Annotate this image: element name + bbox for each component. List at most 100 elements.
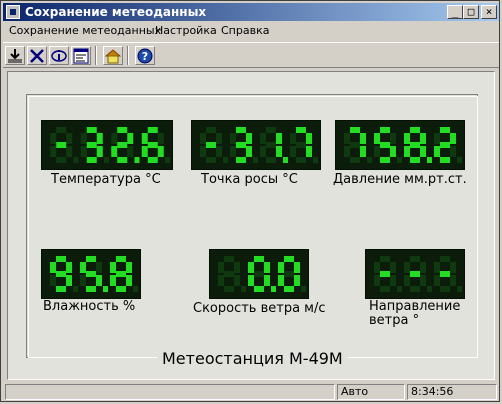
segment-g xyxy=(254,271,264,277)
segment-c xyxy=(450,146,456,157)
segment-g xyxy=(296,142,306,148)
wind-direction-label-line1: Направление xyxy=(369,299,461,314)
maximize-button[interactable]: □ xyxy=(463,5,479,19)
segment-d xyxy=(380,157,390,163)
segment-d xyxy=(236,157,246,163)
segment-c xyxy=(276,146,282,157)
toolbar-separator xyxy=(95,46,97,65)
segment-f xyxy=(434,133,440,144)
humidity-label: Влажность % xyxy=(43,299,136,314)
segment-d xyxy=(147,157,158,163)
decimal-point xyxy=(367,157,372,163)
segment-g xyxy=(86,271,96,277)
segment-g xyxy=(380,271,390,277)
home-icon xyxy=(105,49,121,64)
segment-a xyxy=(350,127,360,133)
segment-e xyxy=(278,275,284,286)
segment-b xyxy=(276,133,282,144)
segment-g xyxy=(266,142,276,148)
decimal-point xyxy=(283,157,288,163)
segment-e xyxy=(200,146,206,157)
minimize-button[interactable]: _ xyxy=(447,5,463,19)
segment-b xyxy=(420,133,426,144)
segment-b xyxy=(264,262,270,273)
decimal-point xyxy=(241,286,246,292)
help-icon: ? xyxy=(137,48,153,64)
segment-f xyxy=(374,133,380,144)
segment-f xyxy=(110,262,116,273)
segment-c xyxy=(246,146,252,157)
decimal-point xyxy=(457,286,462,292)
segment-f xyxy=(50,133,57,144)
segment-d xyxy=(116,286,126,292)
segment-b xyxy=(127,133,134,144)
home-button[interactable] xyxy=(103,46,123,65)
app-icon[interactable] xyxy=(6,5,20,19)
decimal-point xyxy=(457,157,462,163)
station-frame: Метеостанция М-49М Температура °С Точка … xyxy=(26,94,478,369)
title-bar[interactable]: Сохранение метеоданных _ □ × xyxy=(3,3,499,21)
segment-c xyxy=(66,146,73,157)
toolbar-separator xyxy=(127,46,129,65)
download-button[interactable] xyxy=(5,46,25,65)
segment-g xyxy=(350,142,360,148)
menu-bar: Сохранение метеоданных Настройка Справка xyxy=(3,22,499,40)
window-title: Сохранение метеоданных xyxy=(25,5,207,19)
segment-e xyxy=(434,275,440,286)
decimal-point xyxy=(427,157,432,163)
segment-f xyxy=(290,133,296,144)
segment-a xyxy=(440,256,450,262)
info-icon xyxy=(51,50,67,62)
decimal-point xyxy=(73,157,79,163)
segment-b xyxy=(306,133,312,144)
download-icon xyxy=(8,49,22,63)
display-panel: Метеостанция М-49М Температура °С Точка … xyxy=(7,71,495,380)
segment-a xyxy=(147,127,158,133)
decimal-point xyxy=(165,157,170,163)
decimal-point xyxy=(104,157,109,163)
temperature-label: Температура °С xyxy=(51,172,161,187)
menu-save-meteo-data[interactable]: Сохранение метеоданных xyxy=(9,24,161,38)
segment-a xyxy=(254,256,264,262)
decimal-point xyxy=(223,157,228,163)
help-button[interactable]: ? xyxy=(135,46,155,65)
segment-g xyxy=(224,271,234,277)
segment-f xyxy=(80,133,87,144)
segment-c xyxy=(420,146,426,157)
segment-d xyxy=(440,157,450,163)
segment-d xyxy=(56,157,67,163)
segment-f xyxy=(260,133,266,144)
segment-g xyxy=(236,142,246,148)
segment-b xyxy=(126,262,132,273)
segment-f xyxy=(141,133,148,144)
report-button[interactable] xyxy=(71,46,91,65)
segment-a xyxy=(440,127,450,133)
wind-direction-label-line2: ветра ° xyxy=(369,313,420,328)
segment-b xyxy=(390,262,396,273)
segment-a xyxy=(410,256,420,262)
segment-f xyxy=(344,133,350,144)
segment-d xyxy=(56,286,66,292)
close-button[interactable]: × xyxy=(481,5,497,19)
segment-e xyxy=(50,146,57,157)
delete-button[interactable] xyxy=(27,46,47,65)
segment-e xyxy=(141,146,148,157)
segment-a xyxy=(380,256,390,262)
segment-c xyxy=(420,275,426,286)
segment-a xyxy=(56,256,66,262)
segment-e xyxy=(290,146,296,157)
segment-a xyxy=(117,127,128,133)
segment-a xyxy=(296,127,306,133)
segment-c xyxy=(126,275,132,286)
segment-f xyxy=(50,262,56,273)
segment-b xyxy=(390,133,396,144)
segment-f xyxy=(80,262,86,273)
delete-icon xyxy=(30,49,44,63)
segment-d xyxy=(86,157,97,163)
segment-g xyxy=(206,142,216,148)
segment-b xyxy=(294,262,300,273)
info-button[interactable] xyxy=(49,46,69,65)
menu-settings[interactable]: Настройка xyxy=(155,24,217,38)
menu-help[interactable]: Справка xyxy=(221,24,269,38)
segment-d xyxy=(224,286,234,292)
